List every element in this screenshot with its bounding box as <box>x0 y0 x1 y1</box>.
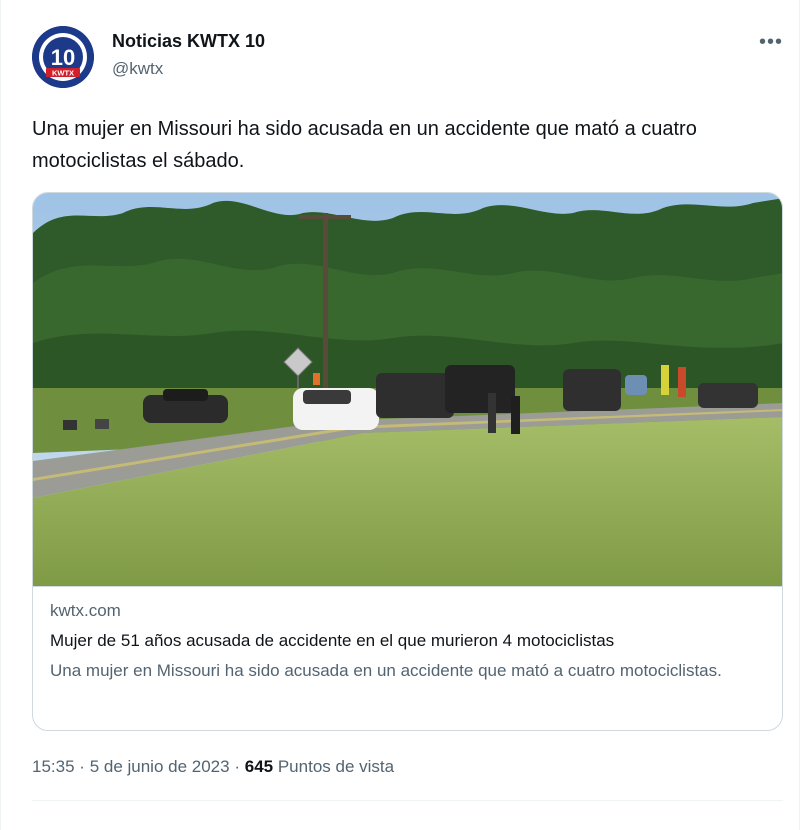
more-horizontal-icon: ••• <box>758 30 783 53</box>
more-options-button[interactable]: ••• <box>757 30 785 54</box>
avatar-number: 10 <box>51 45 75 70</box>
link-card[interactable]: kwtx.com Mujer de 51 años acusada de acc… <box>32 192 783 731</box>
tweet-text: Una mujer en Missouri ha sido acusada en… <box>32 118 697 172</box>
meta-separator-2: · <box>234 757 240 776</box>
card-description: Una mujer en Missouri ha sido acusada en… <box>50 661 722 680</box>
divider <box>32 800 783 801</box>
author-handle[interactable]: @kwtx <box>112 59 163 79</box>
views-label: Puntos de vista <box>277 757 395 776</box>
meta-separator: · <box>79 757 85 776</box>
card-title: Mujer de 51 años acusada de accidente en… <box>50 631 615 650</box>
timestamp-link[interactable]: 15:35 · 5 de junio de 2023 <box>32 757 230 776</box>
tweet-meta: 15:35 · 5 de junio de 2023 · 645 Puntos … <box>32 757 394 777</box>
author-name[interactable]: Noticias KWTX 10 <box>112 31 265 52</box>
card-domain: kwtx.com <box>50 601 121 620</box>
card-info[interactable]: kwtx.com Mujer de 51 años acusada de acc… <box>33 586 782 730</box>
kwtx-logo-icon: 10 KWTX <box>32 26 94 88</box>
avatar[interactable]: 10 KWTX <box>32 26 94 88</box>
tweet-date: 5 de junio de 2023 <box>89 757 230 776</box>
tweet-time: 15:35 <box>32 757 75 776</box>
card-image[interactable] <box>33 193 782 586</box>
avatar-text: KWTX <box>52 69 74 78</box>
tweet-article: 10 KWTX Noticias KWTX 10 @kwtx ••• Una m… <box>0 0 800 830</box>
views-count: 645 <box>244 757 274 776</box>
